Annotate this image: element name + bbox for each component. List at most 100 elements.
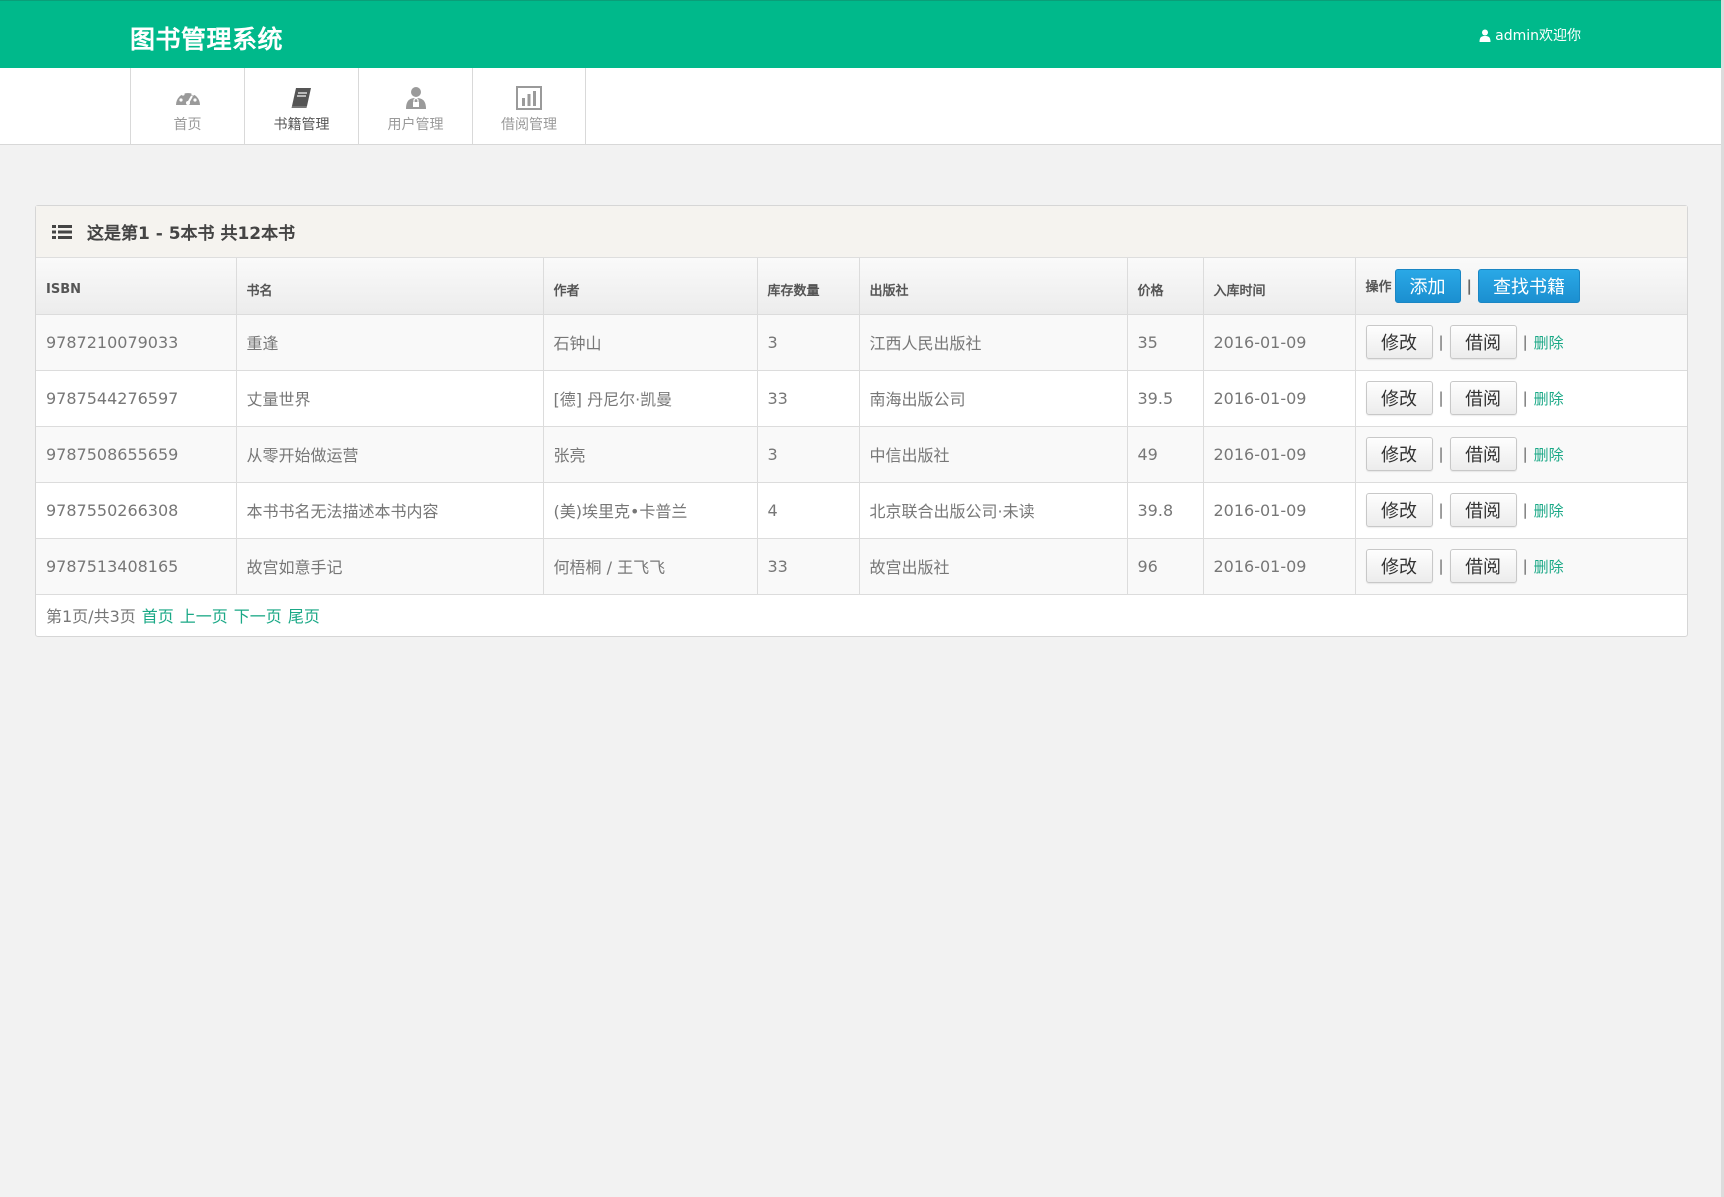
last-page-link[interactable]: 尾页 bbox=[288, 603, 320, 627]
nav-item-users[interactable]: 用户管理 bbox=[358, 68, 472, 145]
table-row: 9787544276597 丈量世界 [德] 丹尼尔·凯曼 33 南海出版公司 39.5 2… bbox=[36, 370, 1687, 427]
page-info: 第1页/共3页 bbox=[46, 606, 136, 626]
separator: | bbox=[1438, 333, 1444, 351]
user-greeting[interactable]: admin欢迎你 bbox=[1479, 25, 1581, 45]
cell-price: 39.8 bbox=[1127, 482, 1204, 539]
cell-publisher: 故宫出版社 bbox=[859, 538, 1128, 595]
borrow-button[interactable]: 借阅 bbox=[1449, 493, 1517, 527]
list-icon bbox=[52, 224, 72, 239]
panel-title: 这是第1 - 5本书 共12本书 bbox=[87, 224, 296, 244]
next-page-link[interactable]: 下一页 bbox=[234, 603, 282, 627]
cell-title: 故宫如意手记 bbox=[236, 538, 544, 595]
cell-stock: 4 bbox=[757, 482, 860, 539]
cell-date: 2016-01-09 bbox=[1203, 370, 1356, 427]
cell-actions: 修改 | 借阅 | 删除 bbox=[1355, 314, 1687, 371]
cell-isbn: 9787210079033 bbox=[36, 314, 237, 371]
edit-button[interactable]: 修改 bbox=[1365, 437, 1433, 471]
app-title: 图书管理系统 bbox=[130, 25, 284, 54]
cell-price: 96 bbox=[1127, 538, 1204, 595]
separator: | bbox=[1438, 445, 1444, 463]
column-header-date: 入库时间 bbox=[1203, 258, 1356, 315]
cell-stock: 3 bbox=[757, 426, 860, 483]
separator: | bbox=[1466, 276, 1472, 295]
cell-stock: 33 bbox=[757, 370, 860, 427]
borrow-button[interactable]: 借阅 bbox=[1449, 325, 1517, 359]
book-icon bbox=[291, 88, 311, 108]
cell-price: 49 bbox=[1127, 426, 1204, 483]
borrow-button[interactable]: 借阅 bbox=[1449, 437, 1517, 471]
nav-item-label: 用户管理 bbox=[387, 117, 444, 133]
nav-item-borrow[interactable]: 借阅管理 bbox=[472, 68, 586, 145]
nav-item-label: 借阅管理 bbox=[501, 117, 557, 133]
borrow-button[interactable]: 借阅 bbox=[1449, 549, 1517, 583]
panel-header: 这是第1 - 5本书 共12本书 bbox=[36, 206, 1687, 258]
cell-price: 39.5 bbox=[1127, 370, 1204, 427]
nav-item-label: 首页 bbox=[173, 117, 202, 133]
separator: | bbox=[1438, 389, 1444, 407]
cell-publisher: 江西人民出版社 bbox=[859, 314, 1128, 371]
top-header: 图书管理系统 admin欢迎你 bbox=[0, 0, 1724, 68]
user-icon bbox=[1479, 29, 1491, 42]
edit-button[interactable]: 修改 bbox=[1365, 381, 1433, 415]
cell-author: (美)埃里克•卡普兰 bbox=[543, 482, 758, 539]
add-book-button[interactable]: 添加 bbox=[1394, 268, 1461, 303]
cell-actions: 修改 | 借阅 | 删除 bbox=[1355, 538, 1687, 595]
actions-label: 操作 bbox=[1365, 280, 1392, 296]
column-header-title: 书名 bbox=[236, 258, 544, 315]
cell-date: 2016-01-09 bbox=[1203, 426, 1356, 483]
cell-actions: 修改 | 借阅 | 删除 bbox=[1355, 370, 1687, 427]
delete-link[interactable]: 删除 bbox=[1534, 556, 1564, 577]
table-row: 9787508655659 从零开始做运营 张亮 3 中信出版社 49 2016-01-09… bbox=[36, 426, 1687, 483]
separator: | bbox=[1438, 557, 1444, 575]
cell-date: 2016-01-09 bbox=[1203, 314, 1356, 371]
edit-button[interactable]: 修改 bbox=[1365, 549, 1433, 583]
nav-item-home[interactable]: 首页 bbox=[130, 68, 244, 145]
nav-item-label: 书籍管理 bbox=[273, 117, 330, 133]
table-header-row: ISBN 书名 作者 库存数量 出版社 价格 入库时间 操作 添加 | 查找书籍 bbox=[36, 258, 1687, 315]
first-page-link[interactable]: 首页 bbox=[142, 603, 174, 627]
books-panel: 这是第1 - 5本书 共12本书 ISBN 书名 作者 库存数量 出版社 价格 … bbox=[35, 205, 1688, 637]
delete-link[interactable]: 删除 bbox=[1534, 332, 1564, 353]
table-row: 9787513408165 故宫如意手记 何梧桐 / 王飞飞 33 故宫出版社 96 201… bbox=[36, 538, 1687, 595]
cell-actions: 修改 | 借阅 | 删除 bbox=[1355, 482, 1687, 539]
cell-author: 石钟山 bbox=[543, 314, 758, 371]
separator: | bbox=[1522, 333, 1528, 351]
table-row: 9787550266308 本书书名无法描述本书内容 (美)埃里克•卡普兰 4 北京联合… bbox=[36, 482, 1687, 539]
pagination: 第1页/共3页 首页 上一页 下一页 尾页 bbox=[36, 595, 1687, 635]
cell-title: 从零开始做运营 bbox=[236, 426, 544, 483]
cell-author: [德] 丹尼尔·凯曼 bbox=[543, 370, 758, 427]
user-greeting-text: admin欢迎你 bbox=[1495, 28, 1581, 44]
nav-item-books[interactable]: 书籍管理 bbox=[244, 68, 358, 145]
cell-title: 丈量世界 bbox=[236, 370, 544, 427]
table-row: 9787210079033 重逢 石钟山 3 江西人民出版社 35 2016-01-09 修改… bbox=[36, 314, 1687, 371]
edit-button[interactable]: 修改 bbox=[1365, 493, 1433, 527]
separator: | bbox=[1522, 557, 1528, 575]
delete-link[interactable]: 删除 bbox=[1534, 500, 1564, 521]
separator: | bbox=[1438, 501, 1444, 519]
column-header-actions: 操作 添加 | 查找书籍 bbox=[1355, 258, 1687, 315]
cell-stock: 33 bbox=[757, 538, 860, 595]
search-books-button[interactable]: 查找书籍 bbox=[1478, 268, 1580, 303]
books-table: ISBN 书名 作者 库存数量 出版社 价格 入库时间 操作 添加 | 查找书籍… bbox=[36, 258, 1687, 595]
separator: | bbox=[1522, 389, 1528, 407]
separator: | bbox=[1522, 501, 1528, 519]
user-manage-icon bbox=[405, 87, 426, 109]
delete-link[interactable]: 删除 bbox=[1534, 388, 1564, 409]
column-header-price: 价格 bbox=[1127, 258, 1204, 315]
cell-price: 35 bbox=[1127, 314, 1204, 371]
main-nav: 首页 书籍管理 用户管理 借阅管理 bbox=[0, 68, 1724, 145]
separator: | bbox=[1522, 445, 1528, 463]
cell-isbn: 9787544276597 bbox=[36, 370, 237, 427]
column-header-publisher: 出版社 bbox=[859, 258, 1128, 315]
cell-isbn: 9787513408165 bbox=[36, 538, 237, 595]
column-header-author: 作者 bbox=[543, 258, 758, 315]
cell-isbn: 9787508655659 bbox=[36, 426, 237, 483]
delete-link[interactable]: 删除 bbox=[1534, 444, 1564, 465]
bar-chart-icon bbox=[516, 86, 542, 110]
cell-isbn: 9787550266308 bbox=[36, 482, 237, 539]
column-header-isbn: ISBN bbox=[36, 258, 237, 315]
cell-publisher: 北京联合出版公司·未读 bbox=[859, 482, 1128, 539]
prev-page-link[interactable]: 上一页 bbox=[180, 603, 228, 627]
borrow-button[interactable]: 借阅 bbox=[1449, 381, 1517, 415]
edit-button[interactable]: 修改 bbox=[1365, 325, 1433, 359]
